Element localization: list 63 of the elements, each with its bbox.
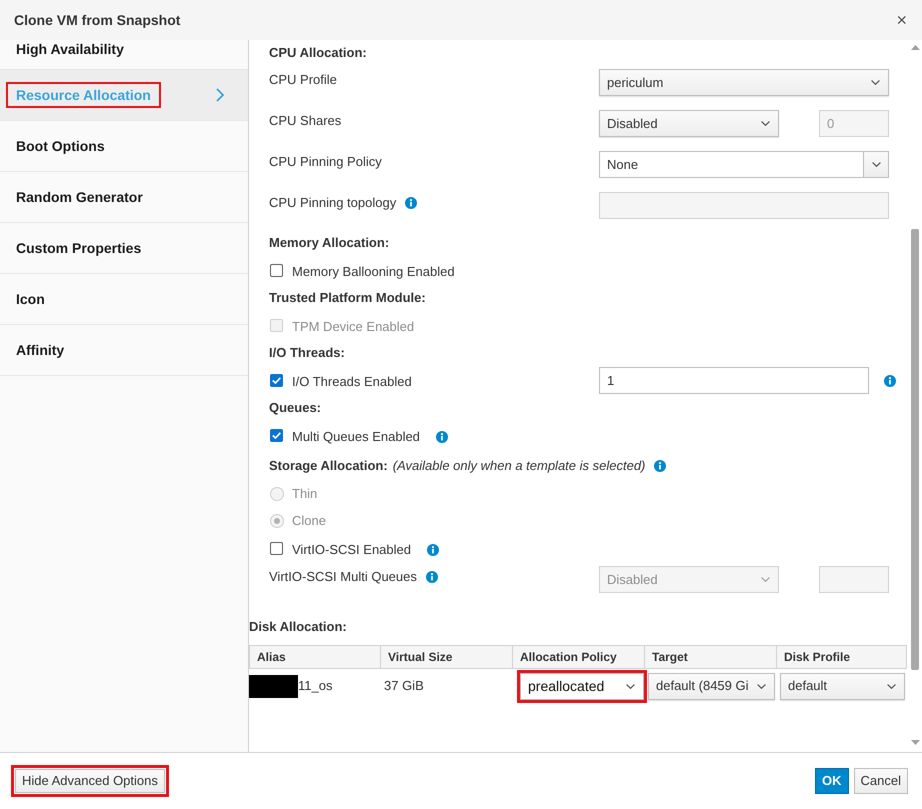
checkbox-label: Memory Ballooning Enabled [292, 263, 455, 282]
checkbox-label: TPM Device Enabled [292, 318, 414, 336]
info-icon[interactable] [436, 431, 448, 443]
caret-down-icon [626, 684, 635, 688]
field-label: CPU Profile [269, 71, 337, 90]
table-header-cell: Allocation Policy [513, 645, 645, 669]
section-heading: Storage Allocation: [269, 457, 388, 476]
dropdown[interactable]: Disabled [599, 110, 779, 137]
scroll-down-icon[interactable] [910, 740, 920, 745]
section-heading: CPU Allocation: [269, 44, 367, 62]
dropdown[interactable]: periculum [599, 69, 889, 96]
checkbox[interactable] [270, 542, 283, 555]
sidebar-item[interactable]: Custom Properties [0, 223, 248, 274]
caret-down-icon [887, 684, 896, 688]
table-cell-text: 37 GiB [383, 677, 424, 696]
info-icon[interactable] [654, 460, 666, 472]
close-button[interactable]: × [896, 11, 907, 29]
field-label: CPU Pinning topology [269, 194, 396, 212]
scroll-up-icon[interactable] [910, 45, 920, 50]
sidebar-item[interactable]: Random Generator [0, 172, 248, 223]
caret-down-icon [872, 162, 880, 167]
sidebar-item[interactable]: Icon [0, 274, 248, 325]
field-label: VirtIO-SCSI Multi Queues [269, 568, 417, 586]
dropdown[interactable]: default (8459 Gi [648, 672, 775, 700]
table-header-cell: Virtual Size [381, 645, 513, 669]
section-heading: I/O Threads: [269, 344, 345, 362]
field-label: CPU Shares [269, 112, 342, 130]
info-icon[interactable] [426, 544, 439, 556]
checkbox[interactable] [270, 264, 283, 277]
caret-down-icon [761, 577, 770, 582]
caret-down-icon [871, 80, 880, 85]
dialog-button[interactable]: Cancel [854, 768, 908, 794]
hint-text: (Available only when a template is selected) [392, 457, 646, 476]
radio-label: Thin [292, 484, 318, 503]
chevron-right-icon [216, 88, 224, 102]
section-heading: Queues: [269, 399, 322, 418]
table-header-cell: Target [645, 645, 777, 669]
combo-field[interactable]: None [599, 151, 864, 178]
dialog-button[interactable]: OK [815, 768, 849, 794]
scrollbar-thumb[interactable] [911, 229, 919, 670]
checkbox-label: VirtIO-SCSI Enabled [292, 541, 411, 560]
table-cell-text: 11_os [298, 677, 332, 696]
field-label: CPU Pinning Policy [269, 153, 382, 172]
dialog-button[interactable]: Hide Advanced Options [15, 769, 165, 793]
dropdown[interactable]: preallocated [520, 672, 644, 700]
checkbox[interactable] [270, 429, 283, 442]
dropdown[interactable]: default [780, 672, 905, 700]
checkbox[interactable] [270, 374, 283, 387]
window-title: Clone VM from Snapshot [14, 10, 180, 30]
table-header-cell: Alias [249, 645, 381, 669]
table-header-cell: Disk Profile [777, 645, 907, 669]
info-icon[interactable] [884, 374, 896, 386]
checkbox-label: I/O Threads Enabled [292, 373, 412, 392]
section-heading: Disk Allocation: [249, 618, 348, 636]
sidebar-item[interactable]: Affinity [0, 325, 248, 376]
caret-down-icon [757, 684, 766, 688]
section-heading: Trusted Platform Module: [269, 289, 426, 308]
checkbox-label: Multi Queues Enabled [292, 428, 420, 446]
sidebar-item[interactable]: Boot Options [0, 121, 248, 172]
radio-label: Clone [292, 512, 326, 530]
section-heading: Memory Allocation: [269, 234, 390, 252]
caret-down-icon [761, 121, 770, 126]
text-field[interactable]: 1 [599, 367, 869, 394]
